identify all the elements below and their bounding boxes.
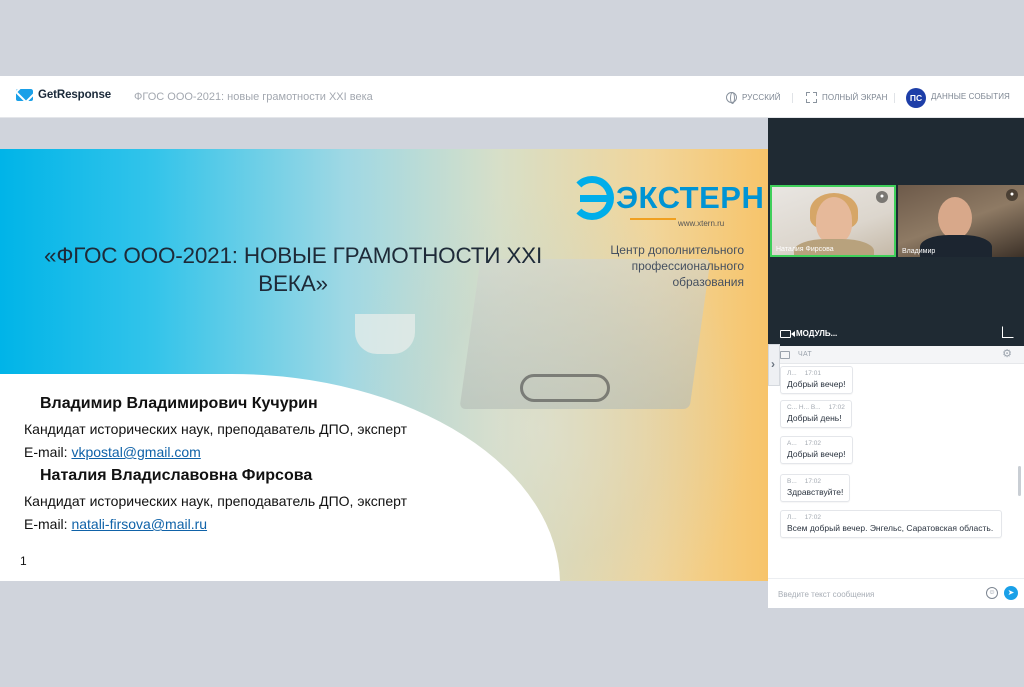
author2-email-line: E-mail: natali-firsova@mail.ru xyxy=(24,516,207,532)
camera-icon xyxy=(780,329,795,338)
microphone-icon: ● xyxy=(876,191,888,203)
chat-input-area: ☺ ➤ xyxy=(768,578,1024,608)
xtern-url: www.xtern.ru xyxy=(678,219,725,228)
chat-message: С... Н... В... 17:02 Добрый день! xyxy=(780,400,852,428)
avatar[interactable]: ПС xyxy=(906,88,926,108)
top-bar: GetResponse ФГОС ООО-2021: новые грамотн… xyxy=(0,76,1024,118)
slide-page-number: 1 xyxy=(20,554,27,568)
email-prefix: E-mail: xyxy=(24,444,72,460)
fullscreen-button[interactable]: ПОЛНЫЙ ЭКРАН xyxy=(806,92,888,103)
collapse-panel-button[interactable] xyxy=(768,344,780,386)
chat-message: Л... 17:02 Всем добрый вечер. Энгельс, Са… xyxy=(780,510,1002,538)
getresponse-logo[interactable]: GetResponse xyxy=(16,89,111,101)
video-name: Владимир xyxy=(902,248,936,255)
gear-icon[interactable]: ⚙ xyxy=(1002,349,1012,360)
author2-name: Наталия Владиславовна Фирсова xyxy=(40,467,313,484)
envelope-icon xyxy=(16,89,33,101)
chat-message-input[interactable] xyxy=(778,587,978,601)
chat-message: Л... 17:01 Добрый вечер! xyxy=(780,366,853,394)
language-button[interactable]: РУССКИЙ xyxy=(726,92,781,104)
module-label: МОДУЛЬ... xyxy=(796,329,838,338)
right-panel: ● Наталия Фирсова ● Владимир МОДУЛЬ... Ч… xyxy=(768,118,1024,608)
video-name: Наталия Фирсова xyxy=(776,246,834,253)
author2-description: Кандидат исторических наук, преподавател… xyxy=(24,493,408,509)
email-prefix: E-mail: xyxy=(24,516,72,532)
author2-email-link[interactable]: natali-firsova@mail.ru xyxy=(71,516,207,532)
chat-label: ЧАТ xyxy=(798,351,812,358)
slide-title: «ФГОС ООО-2021: НОВЫЕ ГРАМОТНОСТИ XXI ВЕ… xyxy=(44,243,542,296)
divider xyxy=(894,93,895,103)
chat-icon xyxy=(780,351,790,359)
event-data-button[interactable]: ДАННЫЕ СОБЫТИЯ xyxy=(931,92,1010,101)
author1-email-line: E-mail: vkpostal@gmail.com xyxy=(24,444,201,460)
video-tile-natalia[interactable]: ● Наталия Фирсова xyxy=(770,185,896,257)
author1-name: Владимир Владимирович Кучурин xyxy=(40,395,318,412)
author1-email-link[interactable]: vkpostal@gmail.com xyxy=(71,444,200,460)
language-label: РУССКИЙ xyxy=(742,93,781,102)
event-data-label: ДАННЫЕ СОБЫТИЯ xyxy=(931,92,1010,101)
author1-description: Кандидат исторических наук, преподавател… xyxy=(24,421,408,437)
chat-header: ЧАТ ⚙ xyxy=(768,346,1024,364)
send-icon[interactable]: ➤ xyxy=(1004,586,1018,600)
microphone-icon: ● xyxy=(1006,189,1018,201)
module-toggle[interactable]: МОДУЛЬ... xyxy=(780,329,837,338)
logo-text: GetResponse xyxy=(38,89,112,101)
chat-scrollbar[interactable] xyxy=(1018,466,1021,496)
expand-icon[interactable] xyxy=(1002,326,1014,338)
fullscreen-icon xyxy=(806,92,817,103)
event-title: ФГОС ООО-2021: новые грамотности XXI век… xyxy=(134,91,373,103)
chat-panel: ЧАТ ⚙ Л... 17:01 Добрый вечер! С... Н... … xyxy=(768,346,1024,608)
xtern-logo: ЭКСТЕРН www.xtern.ru xyxy=(570,172,764,232)
fullscreen-label: ПОЛНЫЙ ЭКРАН xyxy=(822,93,888,102)
xtern-logo-text: ЭКСТЕРН xyxy=(616,180,765,215)
emoji-icon[interactable]: ☺ xyxy=(986,587,998,599)
center-description: Центр дополнительного профессионального … xyxy=(610,243,744,289)
divider xyxy=(792,93,793,103)
chat-message: А... 17:02 Добрый вечер! xyxy=(780,436,853,464)
chat-message: В... 17:02 Здравствуйте! xyxy=(780,474,851,502)
presentation-slide: ЭКСТЕРН www.xtern.ru «ФГОС ООО-2021: НОВ… xyxy=(0,149,768,581)
video-tile-vladimir[interactable]: ● Владимир xyxy=(898,185,1024,257)
glasses-image xyxy=(520,374,610,402)
globe-icon xyxy=(726,92,737,104)
video-area: ● Наталия Фирсова ● Владимир МОДУЛЬ... xyxy=(768,118,1024,346)
cup-image xyxy=(355,314,415,354)
